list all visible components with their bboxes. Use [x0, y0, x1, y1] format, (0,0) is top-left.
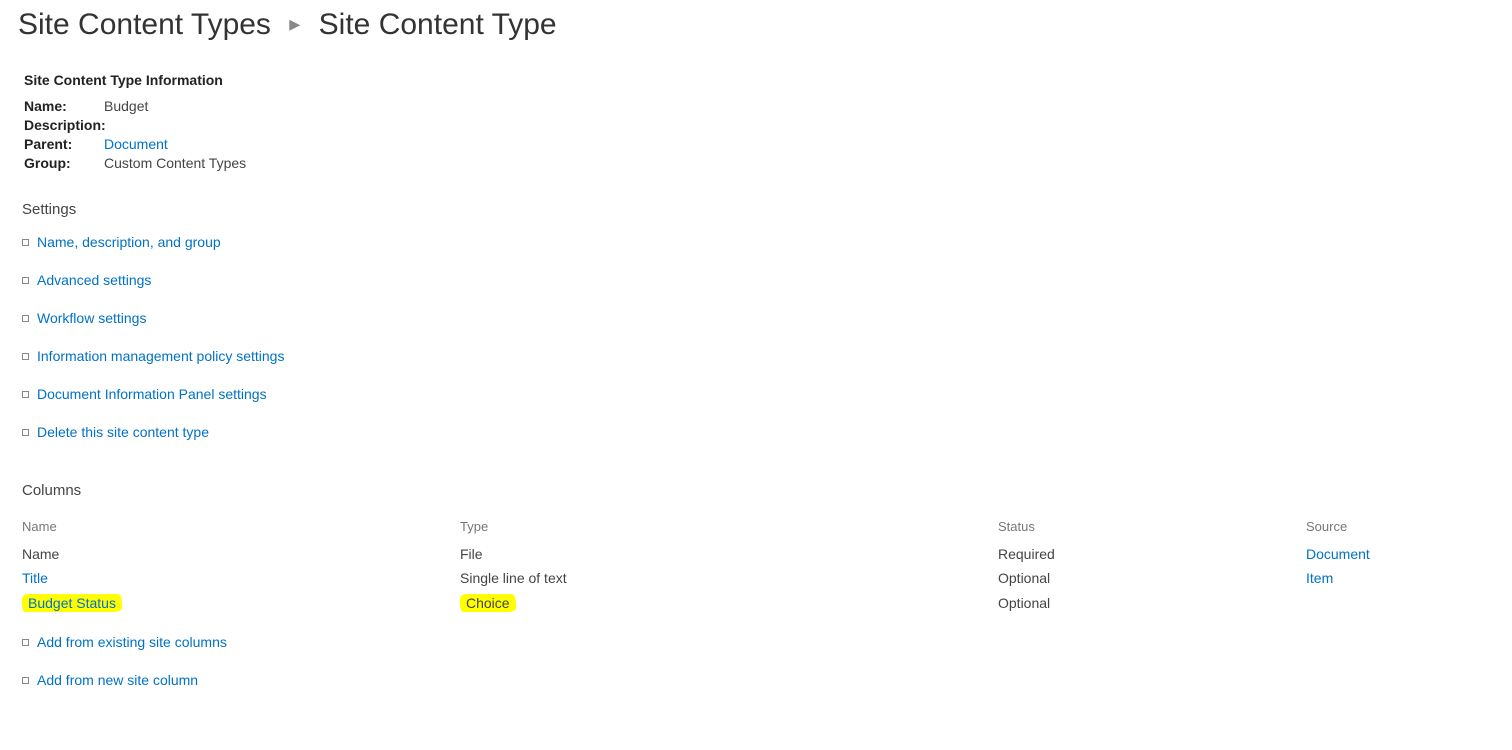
square-bullet-icon — [22, 391, 29, 398]
settings-link[interactable]: Name, description, and group — [37, 234, 221, 250]
columns-header-status: Status — [994, 515, 1302, 542]
info-parent-link[interactable]: Document — [104, 136, 168, 152]
column-source-link[interactable]: Document — [1306, 546, 1370, 562]
column-type-text: File — [460, 546, 483, 562]
settings-link-item: Information management policy settings — [22, 348, 1494, 364]
info-name-value: Budget — [104, 98, 148, 114]
info-heading: Site Content Type Information — [24, 72, 1494, 88]
columns-table: Name Type Status Source NameFileRequired… — [18, 515, 1494, 616]
settings-link[interactable]: Delete this site content type — [37, 424, 209, 440]
column-action-link[interactable]: Add from existing site columns — [37, 634, 227, 650]
column-status-text: Optional — [994, 590, 1302, 616]
info-group-value: Custom Content Types — [104, 155, 246, 171]
content-type-info: Site Content Type Information Name: Budg… — [24, 72, 1494, 171]
table-row: Budget Status Choice Optional — [18, 590, 1494, 616]
highlight: Choice — [460, 594, 516, 612]
column-name-link[interactable]: Title — [22, 570, 48, 586]
square-bullet-icon — [22, 277, 29, 284]
column-action-link[interactable]: Add from new site column — [37, 672, 198, 688]
column-type-text: Choice — [466, 595, 510, 611]
columns-heading: Columns — [22, 482, 1494, 499]
settings-link-item: Document Information Panel settings — [22, 386, 1494, 402]
square-bullet-icon — [22, 239, 29, 246]
info-name-label: Name: — [24, 98, 104, 114]
breadcrumb: Site Content Types ▸ Site Content Type — [18, 8, 1494, 42]
square-bullet-icon — [22, 677, 29, 684]
column-status-text: Required — [994, 542, 1302, 566]
column-actions-list: Add from existing site columns Add from n… — [22, 634, 1494, 688]
settings-link[interactable]: Information management policy settings — [37, 348, 284, 364]
column-source-link[interactable]: Item — [1306, 570, 1333, 586]
column-type-text: Single line of text — [460, 570, 567, 586]
columns-header-source: Source — [1302, 515, 1494, 542]
breadcrumb-root[interactable]: Site Content Types — [18, 8, 271, 41]
settings-link[interactable]: Advanced settings — [37, 272, 151, 288]
settings-link[interactable]: Document Information Panel settings — [37, 386, 267, 402]
settings-links-list: Name, description, and group Advanced set… — [22, 234, 1494, 440]
table-row: Title Single line of text OptionalItem — [18, 566, 1494, 590]
square-bullet-icon — [22, 353, 29, 360]
settings-link-item: Advanced settings — [22, 272, 1494, 288]
table-row: Name File RequiredDocument — [18, 542, 1494, 566]
column-action-item: Add from existing site columns — [22, 634, 1494, 650]
column-status-text: Optional — [994, 566, 1302, 590]
info-group-label: Group: — [24, 155, 104, 171]
highlight: Budget Status — [22, 594, 122, 612]
column-name-text: Name — [22, 546, 59, 562]
breadcrumb-current: Site Content Type — [319, 8, 557, 41]
settings-link-item: Name, description, and group — [22, 234, 1494, 250]
settings-link[interactable]: Workflow settings — [37, 310, 146, 326]
info-parent-label: Parent: — [24, 136, 104, 152]
square-bullet-icon — [22, 429, 29, 436]
column-name-link[interactable]: Budget Status — [28, 595, 116, 611]
square-bullet-icon — [22, 639, 29, 646]
info-desc-label: Description: — [24, 117, 104, 133]
settings-link-item: Workflow settings — [22, 310, 1494, 326]
columns-header-name: Name — [18, 515, 456, 542]
square-bullet-icon — [22, 315, 29, 322]
settings-heading: Settings — [22, 201, 1494, 218]
chevron-right-icon: ▸ — [289, 11, 300, 37]
columns-header-type: Type — [456, 515, 994, 542]
settings-link-item: Delete this site content type — [22, 424, 1494, 440]
column-action-item: Add from new site column — [22, 672, 1494, 688]
